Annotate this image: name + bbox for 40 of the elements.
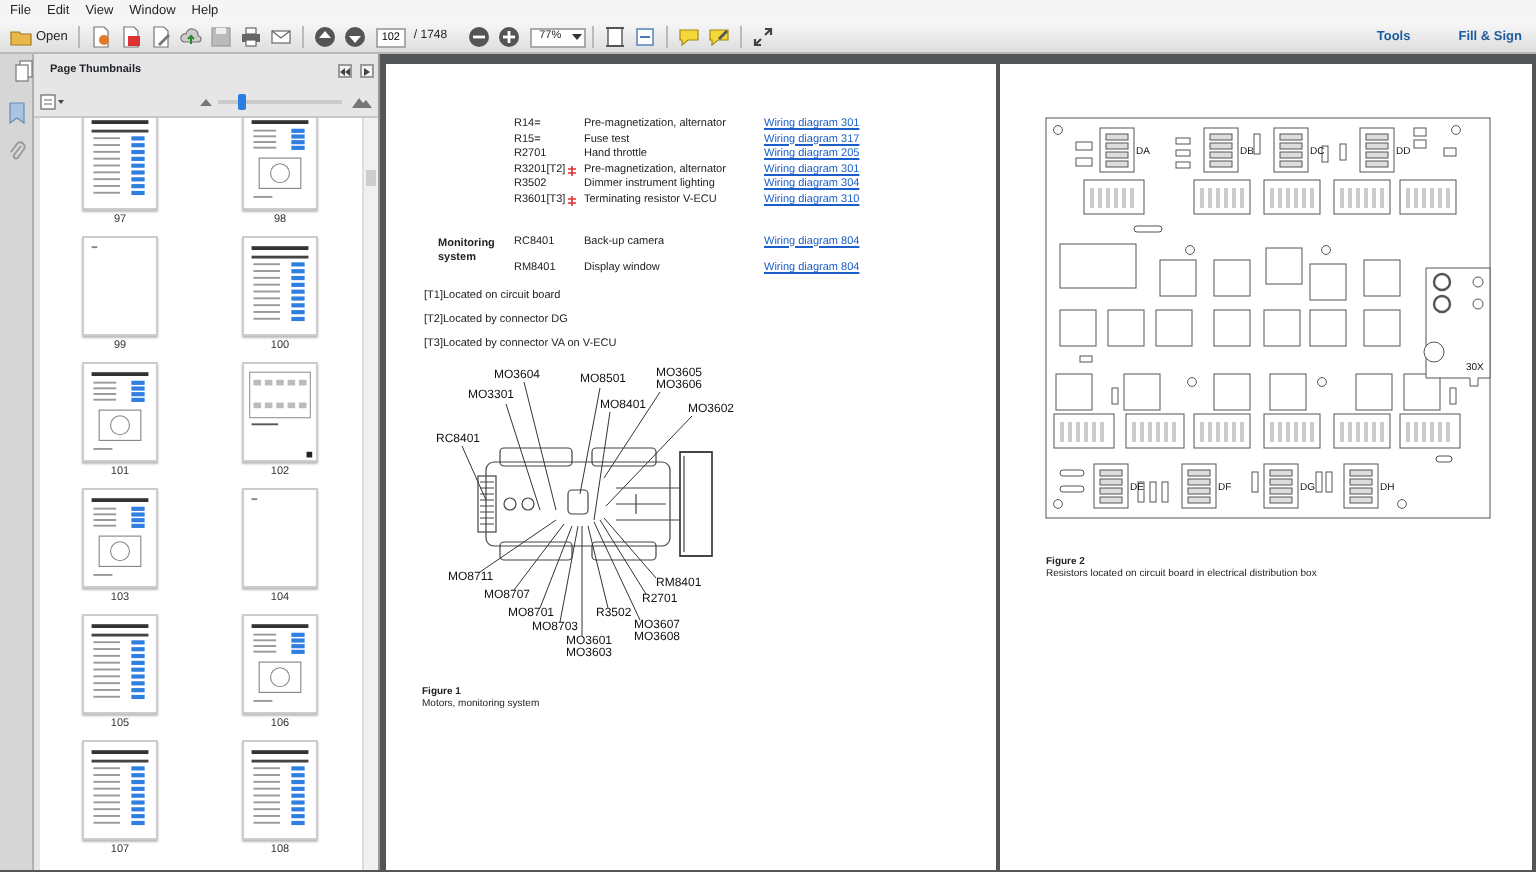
highlight-icon[interactable] (707, 26, 730, 48)
cloud-upload-icon[interactable] (179, 26, 202, 48)
page-thumbnail[interactable] (82, 118, 158, 210)
triangle-icon[interactable] (364, 67, 370, 75)
leader-line (505, 403, 541, 510)
arrow-down-icon[interactable] (343, 26, 366, 48)
expand-button[interactable] (360, 64, 374, 78)
document-edit-icon[interactable] (149, 26, 172, 48)
arrow-up-icon[interactable] (313, 26, 336, 48)
folder-icon[interactable] (10, 28, 32, 46)
page-thumbnail[interactable] (242, 614, 318, 714)
caret-icon[interactable] (571, 33, 582, 41)
zoom-out-icon[interactable] (467, 26, 490, 48)
fit-width-icon[interactable] (633, 26, 656, 48)
print-icon[interactable] (239, 26, 262, 48)
pages-icon (14, 60, 34, 82)
page-thumbnail[interactable] (82, 740, 158, 840)
leader-line (523, 381, 557, 510)
document-gear-icon[interactable] (89, 26, 112, 48)
small-mountain-icon (200, 98, 212, 106)
large-mountain-icon (352, 96, 372, 108)
page-thumbnail[interactable] (82, 362, 158, 462)
fullscreen-icon[interactable] (751, 26, 774, 48)
page-thumbnail[interactable] (82, 488, 158, 588)
envelope-icon[interactable] (269, 26, 292, 48)
leader-line (461, 445, 487, 500)
page-thumbnail[interactable] (82, 614, 158, 714)
page-thumbnail[interactable] (242, 362, 318, 462)
page-thumbnail[interactable] (82, 236, 158, 336)
scrollbar[interactable] (362, 118, 378, 870)
slider-thumb[interactable] (237, 94, 246, 110)
document-stamp-icon[interactable] (119, 26, 142, 48)
page-thumbnail[interactable] (242, 488, 318, 588)
fit-page-icon[interactable] (603, 26, 626, 48)
page-thumbnail[interactable] (242, 236, 318, 336)
paperclip-icon[interactable] (7, 140, 25, 162)
page-thumbnail[interactable] (242, 118, 318, 210)
options-icon[interactable] (40, 94, 64, 110)
zoom-in-icon[interactable] (497, 26, 520, 48)
page-thumbnail[interactable] (242, 740, 318, 840)
